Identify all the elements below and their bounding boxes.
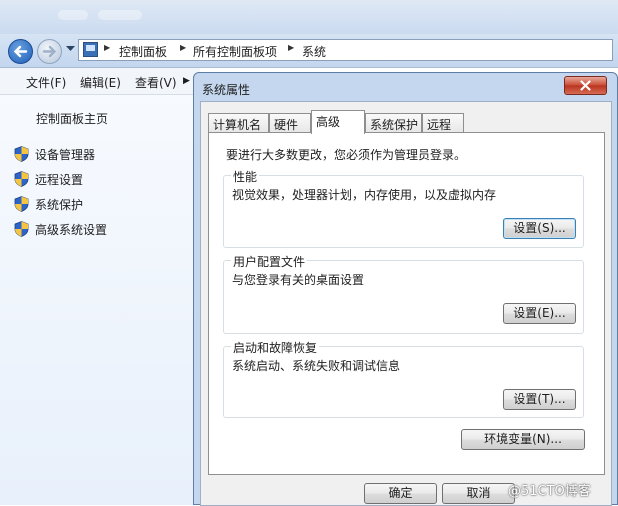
group-title: 用户配置文件: [231, 253, 308, 270]
menu-view[interactable]: 查看(V): [135, 74, 177, 91]
close-icon: [580, 80, 591, 91]
recent-pages-chevron-down-icon[interactable]: [66, 46, 75, 52]
dialog-close-button[interactable]: [564, 76, 607, 95]
environment-variables-button[interactable]: 环境变量(N)...: [461, 429, 585, 450]
tab-panel-advanced: 要进行大多数更改，您必须作为管理员登录。 性能 视觉效果，处理器计划，内存使用，…: [208, 132, 605, 475]
breadcrumb-arrow-icon[interactable]: ▶: [180, 43, 186, 52]
tab-advanced[interactable]: 高级: [311, 110, 365, 134]
tab-remote[interactable]: 远程: [422, 113, 464, 133]
group-user-profiles: 用户配置文件 与您登录有关的桌面设置 设置(E)...: [223, 253, 584, 334]
sidebar-item-label: 设备管理器: [35, 147, 96, 162]
watermark: @51CTO博客: [508, 484, 591, 499]
group-description: 系统启动、系统失败和调试信息: [232, 359, 401, 373]
group-description: 视觉效果，处理器计划，内存使用，以及虚拟内存: [232, 188, 497, 202]
user-profiles-settings-button[interactable]: 设置(E)...: [503, 303, 576, 324]
group-title: 性能: [231, 168, 260, 185]
back-button[interactable]: [8, 39, 33, 64]
sidebar: 控制面板主页 设备管理器 远程设置 系统保护 高级系统设置: [0, 95, 200, 505]
address-box[interactable]: ▶ 控制面板 ▶ 所有控制面板项 ▶ 系统: [78, 39, 613, 61]
tab-system-protection[interactable]: 系统保护: [365, 113, 422, 133]
control-panel-icon: [83, 42, 98, 57]
tab-hardware[interactable]: 硬件: [269, 113, 311, 133]
dialog-title: 系统属性: [202, 83, 251, 97]
forward-button[interactable]: [37, 39, 62, 64]
performance-settings-button[interactable]: 设置(S)...: [503, 218, 576, 239]
menu-bar: 文件(F) 编辑(E) 查看(V) ▶: [0, 68, 200, 95]
menu-edit[interactable]: 编辑(E): [80, 74, 121, 91]
back-arrow-icon: [13, 45, 28, 58]
breadcrumb-arrow-icon[interactable]: ▶: [288, 43, 294, 52]
sidebar-link-control-panel-home[interactable]: 控制面板主页: [36, 110, 108, 127]
breadcrumb-all-items[interactable]: 所有控制面板项: [193, 43, 277, 60]
sidebar-item-remote-settings[interactable]: 远程设置: [14, 170, 83, 188]
sidebar-item-system-protection[interactable]: 系统保护: [14, 195, 83, 213]
breadcrumb-arrow-icon[interactable]: ▶: [104, 43, 110, 52]
group-startup-recovery: 启动和故障恢复 系统启动、系统失败和调试信息 设置(T)...: [223, 339, 584, 418]
dialog-body: 计算机名 硬件 高级 系统保护 远程 要进行大多数更改，您必须作为管理员登录。 …: [200, 101, 612, 506]
startup-recovery-settings-button[interactable]: 设置(T)...: [503, 389, 576, 410]
window-title-bar: [0, 0, 618, 36]
menu-file[interactable]: 文件(F): [26, 74, 66, 91]
group-title: 启动和故障恢复: [231, 339, 320, 356]
ok-button[interactable]: 确定: [364, 483, 437, 504]
sidebar-item-label: 远程设置: [35, 172, 84, 187]
title-bar-glass-blur: [98, 10, 142, 20]
sidebar-item-device-manager[interactable]: 设备管理器: [14, 145, 95, 163]
forward-arrow-icon: [42, 45, 57, 58]
system-properties-dialog: 系统属性 计算机名 硬件 高级 系统保护 远程 要进行大多数更改，您必须作为管理…: [193, 72, 618, 506]
menu-overflow-chevron-icon[interactable]: ▶: [183, 76, 190, 86]
group-performance: 性能 视觉效果，处理器计划，内存使用，以及虚拟内存 设置(S)...: [223, 168, 584, 248]
uac-shield-icon: [14, 146, 29, 162]
tab-computer-name[interactable]: 计算机名: [208, 113, 269, 133]
uac-shield-icon: [14, 196, 29, 212]
sidebar-item-label: 系统保护: [35, 197, 84, 212]
breadcrumb-system[interactable]: 系统: [302, 43, 326, 60]
group-description: 与您登录有关的桌面设置: [232, 273, 365, 287]
uac-shield-icon: [14, 221, 29, 237]
title-bar-glass-blur: [58, 10, 88, 20]
cancel-button[interactable]: 取消: [442, 483, 515, 504]
uac-shield-icon: [14, 171, 29, 187]
sidebar-item-advanced-settings[interactable]: 高级系统设置: [14, 220, 107, 238]
admin-notice: 要进行大多数更改，您必须作为管理员登录。: [226, 148, 467, 162]
sidebar-item-label: 高级系统设置: [35, 222, 108, 237]
breadcrumb-control-panel[interactable]: 控制面板: [119, 43, 167, 60]
